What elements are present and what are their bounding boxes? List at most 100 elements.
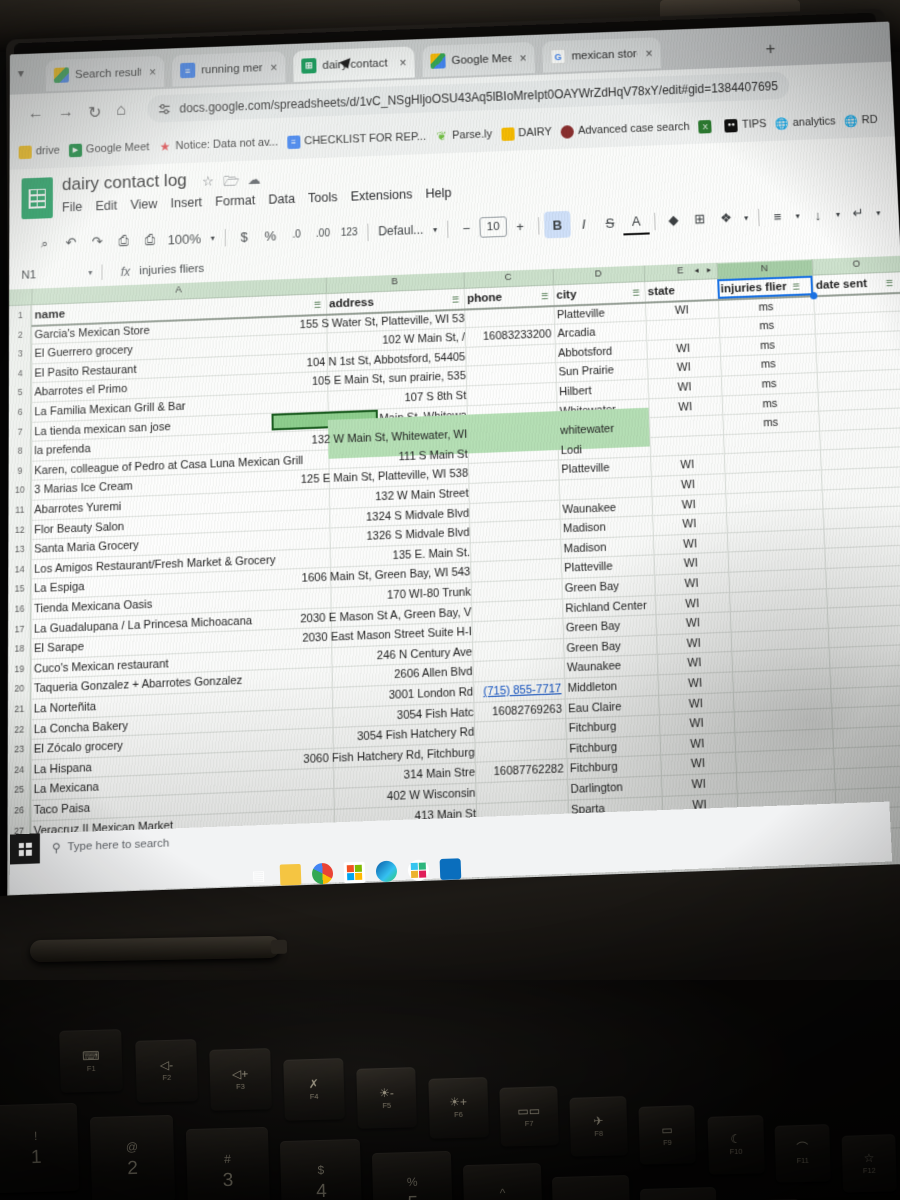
wrap-chevron-icon[interactable]: ▾ — [871, 199, 886, 226]
cell-D26[interactable]: Darlington — [570, 780, 658, 796]
row-header-8[interactable]: 8 — [9, 445, 32, 456]
document-title[interactable]: dairy contact log — [62, 170, 187, 195]
key-7[interactable]: &7 — [552, 1174, 632, 1200]
bookmark-1[interactable]: drive — [18, 144, 60, 159]
font-size-input[interactable]: 10 — [479, 216, 508, 238]
cell-D16[interactable]: Green Bay — [565, 579, 652, 595]
vertical-align-icon[interactable]: ↓ — [804, 201, 831, 229]
menu-format[interactable]: Format — [215, 193, 255, 209]
row-header-13[interactable]: 13 — [8, 543, 31, 555]
cell-D17[interactable]: Richland Center — [565, 599, 652, 615]
cell-D22[interactable]: Eau Claire — [568, 699, 656, 715]
decrease-decimal-button[interactable]: .0 — [283, 221, 310, 249]
cell-E10[interactable]: WI — [653, 458, 721, 473]
row-header-23[interactable]: 23 — [8, 743, 31, 755]
cell-E4[interactable]: WI — [649, 341, 717, 356]
key-3[interactable]: #3 — [185, 1126, 270, 1200]
paint-format-icon[interactable]: ⎙ — [137, 226, 163, 254]
text-wrap-icon[interactable]: ↵ — [844, 199, 871, 227]
taskbar-search[interactable]: ⚲ Type here to search — [40, 828, 181, 863]
cell-D25[interactable]: Fitchburg — [570, 759, 658, 776]
site-settings-icon[interactable] — [157, 101, 171, 116]
bookmark-10[interactable]: 🌐 analytics — [775, 115, 836, 130]
row-header-21[interactable]: 21 — [8, 703, 31, 715]
zoom-level[interactable]: 100% — [163, 225, 206, 253]
filter-icon-D[interactable]: ☰ — [541, 292, 549, 302]
cell-E15[interactable]: WI — [657, 556, 725, 571]
undo-icon[interactable]: ↶ — [58, 229, 84, 257]
redo-icon[interactable]: ↷ — [84, 228, 110, 256]
key-1[interactable]: ! 1 — [0, 1102, 80, 1194]
close-tab-icon[interactable]: × — [270, 60, 277, 74]
cell-N5[interactable]: ms — [723, 357, 813, 373]
cell-D3[interactable]: Arcadia — [557, 325, 643, 341]
column-header-O[interactable]: O — [812, 257, 900, 272]
close-tab-icon[interactable]: × — [519, 51, 526, 65]
cell-N3[interactable]: ms — [722, 318, 812, 334]
column-label-C[interactable]: phone — [467, 290, 551, 306]
row-header-16[interactable]: 16 — [8, 603, 31, 615]
key-mute[interactable]: ⌨ F1 — [59, 1029, 123, 1093]
key-display-switch[interactable]: ▭▭ F7 — [499, 1086, 559, 1147]
menu-insert[interactable]: Insert — [171, 195, 203, 210]
new-tab-button[interactable]: + — [765, 39, 776, 59]
key-mic-mute[interactable]: ✗ F4 — [283, 1057, 345, 1120]
cell-E25[interactable]: WI — [663, 756, 732, 772]
percent-format-button[interactable]: % — [257, 222, 284, 250]
home-icon[interactable]: ⌂ — [116, 101, 126, 120]
cell-D5[interactable]: Sun Prairie — [558, 363, 644, 379]
cell-E11[interactable]: WI — [654, 477, 722, 492]
menu-tools[interactable]: Tools — [308, 190, 338, 205]
cell-E24[interactable]: WI — [663, 736, 732, 752]
move-to-folder-icon[interactable]: 🗁 — [223, 172, 239, 195]
star-icon[interactable]: ☆ — [202, 173, 214, 190]
print-icon[interactable]: ⎙ — [110, 227, 136, 255]
column-header-B[interactable]: B — [326, 273, 464, 290]
row-header-26[interactable]: 26 — [8, 804, 31, 816]
bookmark-7[interactable]: Advanced case search — [560, 120, 690, 139]
cell-D24[interactable]: Fitchburg — [569, 739, 657, 756]
forward-icon[interactable]: → — [58, 103, 74, 122]
menu-view[interactable]: View — [130, 197, 157, 212]
menu-file[interactable]: File — [62, 200, 82, 215]
cell-E18[interactable]: WI — [659, 616, 728, 632]
more-formats-button[interactable]: 123 — [336, 219, 363, 247]
key-airplane-mode[interactable]: ✈ F8 — [569, 1095, 628, 1156]
cell-D12[interactable]: Waunakee — [562, 500, 649, 516]
bookmark-2[interactable]: ▶ Google Meet — [68, 141, 150, 157]
key-brightness-up[interactable]: ☀+ F6 — [428, 1076, 489, 1138]
column-header-D[interactable]: D — [553, 267, 645, 282]
edge-icon[interactable] — [375, 860, 398, 883]
key-4[interactable]: $4 — [279, 1138, 363, 1200]
cell-D20[interactable]: Waunakee — [567, 659, 654, 675]
cell-E12[interactable]: WI — [655, 497, 723, 512]
font-chevron-icon[interactable]: ▾ — [428, 216, 443, 243]
key-brightness-down[interactable]: ☀- F5 — [356, 1067, 417, 1129]
borders-icon[interactable]: ⊞ — [686, 205, 713, 233]
filter-icon-O[interactable]: ☰ — [886, 279, 894, 289]
browser-tab-4[interactable]: Google Meet × — [422, 41, 535, 78]
store-icon[interactable] — [343, 861, 366, 884]
cell-D10[interactable]: Platteville — [561, 461, 647, 476]
filter-icon-B[interactable]: ☰ — [314, 301, 321, 311]
cell-C21[interactable]: (715) 855-7717 — [476, 682, 561, 698]
cell-E26[interactable]: WI — [664, 777, 733, 793]
tab-search-chevron-icon[interactable]: ▾ — [18, 66, 24, 80]
row-header-19[interactable]: 19 — [8, 663, 31, 675]
cell-D15[interactable]: Platteville — [564, 559, 651, 576]
hidden-columns-indicator[interactable]: ◂ ▸ — [694, 265, 714, 275]
cell-D6[interactable]: Hilbert — [559, 383, 645, 399]
namebox-chevron-icon[interactable]: ▾ — [88, 268, 92, 277]
column-label-E[interactable]: state — [647, 283, 714, 298]
cell-D21[interactable]: Middleton — [567, 679, 655, 695]
cell-E14[interactable]: WI — [656, 537, 724, 552]
bookmark-6[interactable]: DAIRY — [501, 125, 552, 141]
bookmark-11[interactable]: 🌐 RD — [844, 113, 878, 128]
close-tab-icon[interactable]: × — [645, 46, 652, 60]
name-box[interactable]: N1 — [9, 267, 88, 282]
cell-C22[interactable]: 16082769263 — [477, 702, 562, 718]
grid-cells[interactable]: name address phone city state injuries flier d… — [30, 272, 900, 898]
row-header-20[interactable]: 20 — [8, 683, 31, 695]
cell-E13[interactable]: WI — [655, 517, 723, 532]
cell-E21[interactable]: WI — [661, 676, 730, 692]
